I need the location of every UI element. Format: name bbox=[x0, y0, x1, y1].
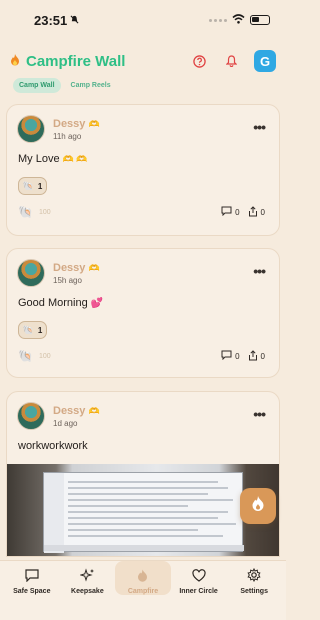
reaction-chip[interactable]: 🐚 1 bbox=[18, 177, 47, 195]
shell-icon[interactable]: 🐚 bbox=[18, 205, 33, 219]
nav-keepsake[interactable]: Keepsake bbox=[60, 561, 116, 620]
bell-slash-icon bbox=[70, 11, 79, 29]
share-icon bbox=[248, 205, 258, 219]
status-time: 23:51 bbox=[34, 12, 68, 28]
shell-icon: 🐚 bbox=[22, 180, 34, 191]
post-card: Dessy 🫶 1d ago ••• workworkwork bbox=[6, 391, 280, 557]
comment-icon bbox=[221, 350, 232, 362]
more-options-icon[interactable]: ••• bbox=[253, 406, 266, 422]
post-photo[interactable] bbox=[7, 464, 279, 556]
profile-avatar[interactable]: G bbox=[254, 50, 276, 72]
wifi-icon bbox=[232, 11, 245, 29]
avatar[interactable] bbox=[17, 115, 45, 143]
campfire-fab-button[interactable] bbox=[240, 488, 276, 524]
comment-button[interactable]: 0 bbox=[221, 350, 240, 362]
post-time: 1d ago bbox=[53, 418, 78, 428]
app-header: Campfire Wall G bbox=[0, 46, 286, 76]
shell-icon[interactable]: 🐚 bbox=[18, 349, 33, 363]
share-count: 0 bbox=[260, 207, 265, 217]
flame-icon bbox=[135, 567, 151, 583]
nav-label: Keepsake bbox=[71, 588, 104, 595]
nav-settings[interactable]: Settings bbox=[226, 561, 282, 620]
avatar[interactable] bbox=[17, 402, 45, 430]
post-actions: 🐚 100 0 0 bbox=[18, 349, 265, 363]
nav-label: Safe Space bbox=[13, 588, 51, 595]
more-options-icon[interactable]: ••• bbox=[253, 119, 266, 135]
bottom-nav: Safe Space Keepsake Campfire Inner Circl… bbox=[0, 560, 286, 620]
author-emoji: 🫶 bbox=[88, 118, 100, 129]
chat-icon bbox=[24, 567, 40, 583]
battery-icon bbox=[250, 15, 270, 25]
tab-camp-reels[interactable]: Camp Reels bbox=[65, 78, 117, 93]
comment-icon bbox=[221, 206, 232, 218]
reaction-count: 1 bbox=[37, 181, 43, 191]
post-card: Dessy 🫶 11h ago ••• My Love 🫶 🫶 🐚 1 🐚 10… bbox=[6, 104, 280, 236]
share-count: 0 bbox=[260, 351, 265, 361]
more-options-icon[interactable]: ••• bbox=[253, 263, 266, 279]
shell-count: 100 bbox=[38, 208, 51, 216]
reaction-chip[interactable]: 🐚 1 bbox=[18, 321, 47, 339]
post-text: My Love 🫶 🫶 bbox=[18, 153, 88, 165]
profile-initial: G bbox=[259, 53, 271, 69]
author-emoji: 🫶 bbox=[88, 262, 100, 273]
nav-label: Campfire bbox=[127, 588, 159, 595]
shell-count: 100 bbox=[38, 352, 51, 360]
heart-icon bbox=[191, 567, 207, 583]
avatar[interactable] bbox=[17, 259, 45, 287]
page-title: Campfire Wall bbox=[26, 52, 126, 70]
nav-campfire[interactable]: Campfire bbox=[115, 561, 171, 595]
comment-count: 0 bbox=[235, 351, 240, 361]
flame-icon bbox=[10, 53, 20, 69]
post-actions: 🐚 100 0 0 bbox=[18, 205, 265, 219]
share-icon bbox=[248, 349, 258, 363]
post-author[interactable]: Dessy 🫶 bbox=[53, 118, 100, 130]
share-button[interactable]: 0 bbox=[248, 205, 265, 219]
post-time: 11h ago bbox=[53, 131, 82, 141]
comment-count: 0 bbox=[235, 207, 240, 217]
post-card: Dessy 🫶 15h ago ••• Good Morning 💕 🐚 1 🐚… bbox=[6, 248, 280, 378]
nav-label: Settings bbox=[240, 588, 268, 595]
post-author[interactable]: Dessy 🫶 bbox=[53, 405, 100, 417]
share-button[interactable]: 0 bbox=[248, 349, 265, 363]
post-time: 15h ago bbox=[53, 275, 82, 285]
shell-icon: 🐚 bbox=[22, 324, 34, 335]
nav-label: Inner Circle bbox=[179, 588, 218, 595]
nav-inner-circle[interactable]: Inner Circle bbox=[171, 561, 227, 620]
flame-icon bbox=[251, 495, 265, 517]
gear-icon bbox=[246, 567, 262, 583]
status-bar: 23:51 bbox=[0, 0, 286, 40]
bell-icon[interactable] bbox=[222, 52, 240, 70]
author-emoji: 🫶 bbox=[88, 405, 100, 416]
laptop-screen-image bbox=[43, 472, 244, 553]
post-text: workworkwork bbox=[18, 440, 88, 452]
nav-safe-space[interactable]: Safe Space bbox=[4, 561, 60, 620]
comment-button[interactable]: 0 bbox=[221, 206, 240, 218]
post-text: Good Morning 💕 bbox=[18, 297, 104, 309]
cellular-signal-icon bbox=[209, 18, 227, 22]
post-author[interactable]: Dessy 🫶 bbox=[53, 262, 100, 274]
reaction-count: 1 bbox=[37, 325, 43, 335]
question-circle-icon[interactable] bbox=[190, 52, 208, 70]
sparkles-icon bbox=[79, 567, 95, 583]
tab-camp-wall[interactable]: Camp Wall bbox=[13, 78, 61, 93]
wall-tabs: Camp Wall Camp Reels bbox=[13, 78, 117, 93]
